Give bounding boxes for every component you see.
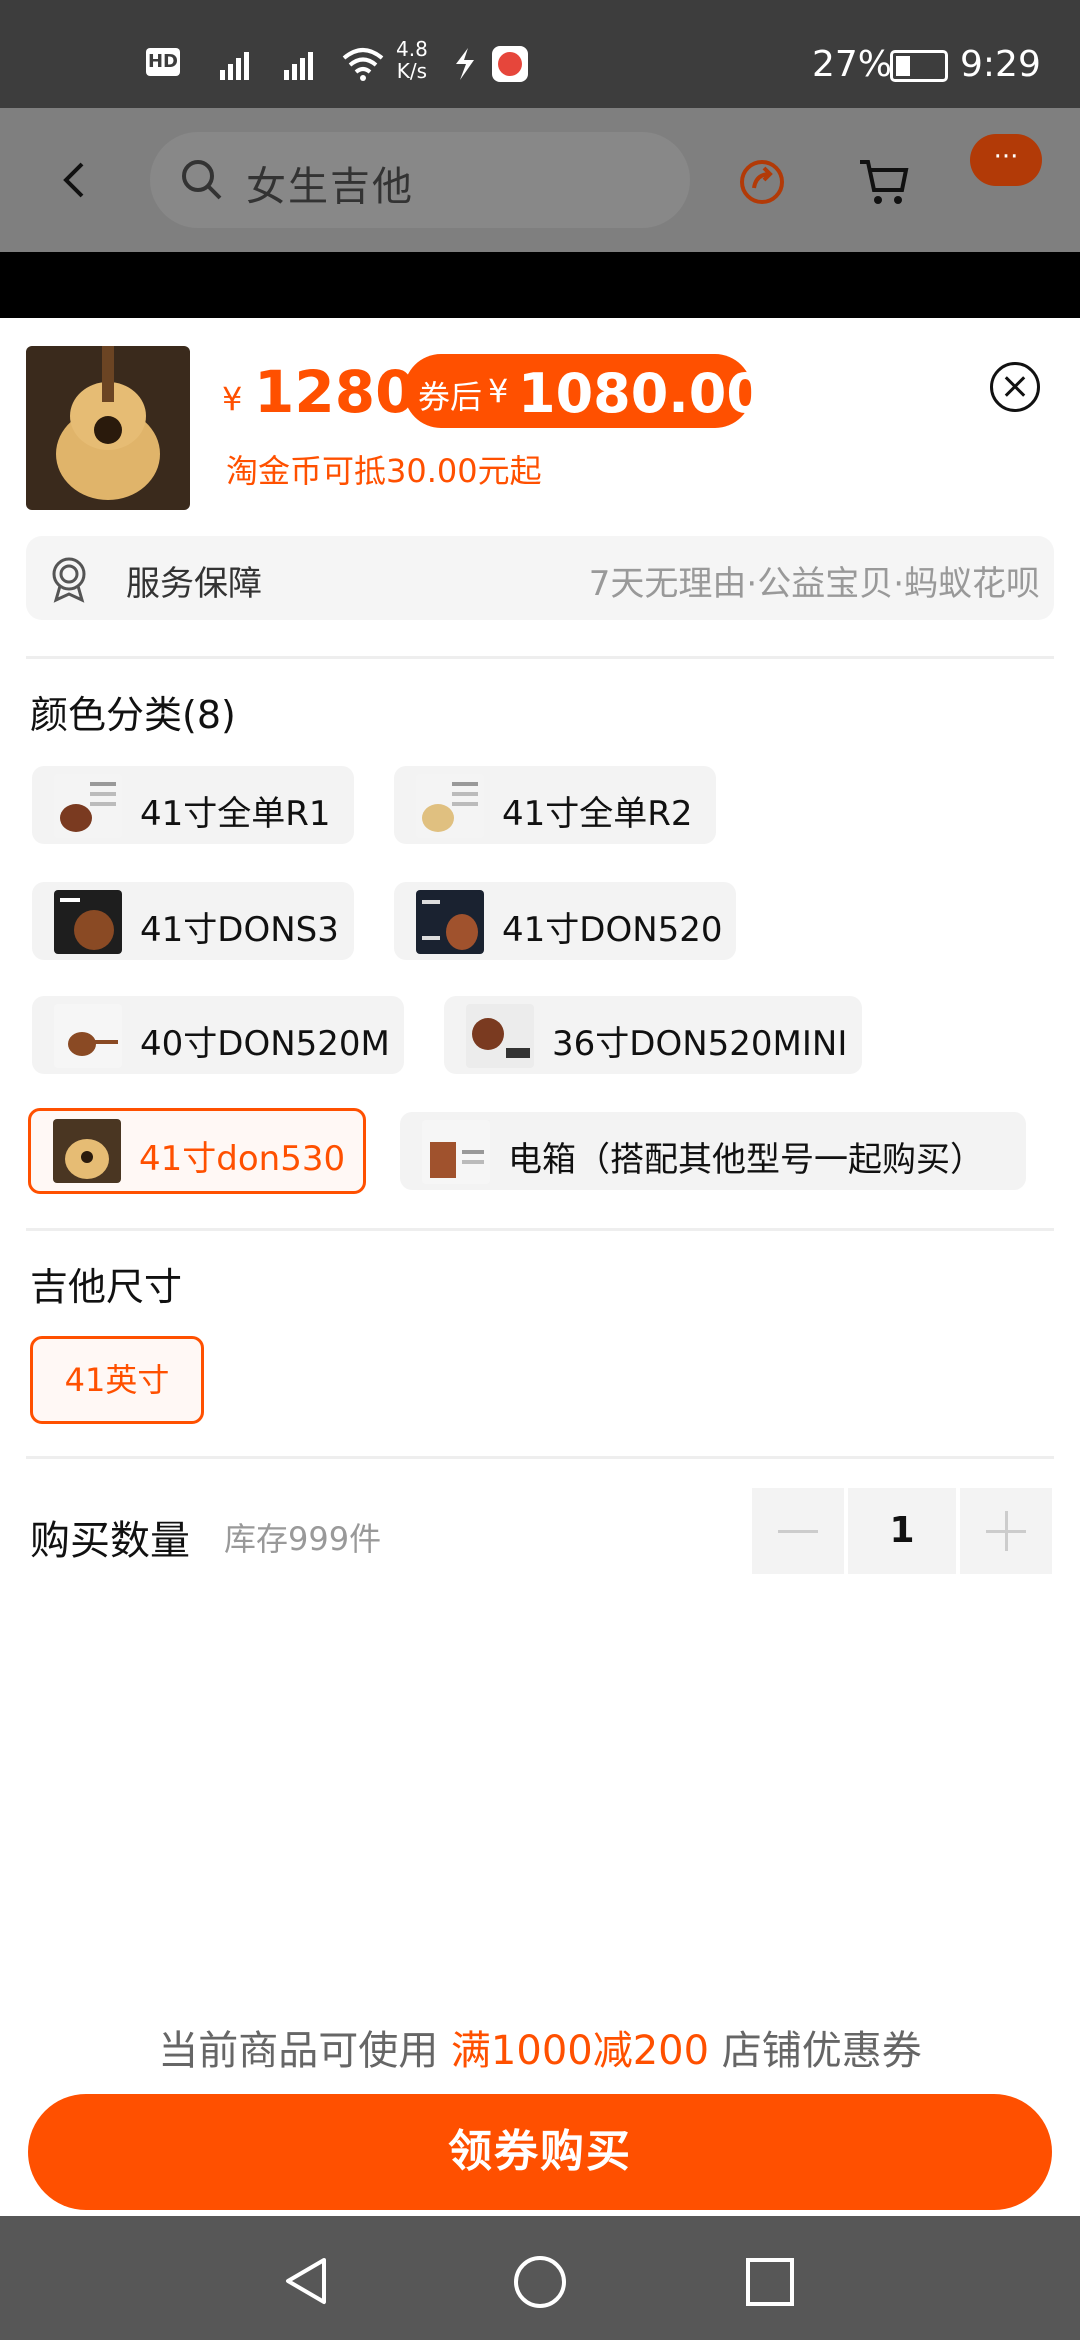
option-label: 41寸全单R2: [502, 794, 693, 834]
color-option-r1[interactable]: 41寸全单R1: [32, 766, 354, 844]
data-saver-icon: [456, 48, 474, 80]
hd-icon: HD: [146, 48, 180, 76]
app-notification-icon: [492, 46, 528, 82]
share-icon[interactable]: [734, 154, 790, 210]
nav-home-icon[interactable]: [512, 2254, 568, 2310]
net-speed: 4.8 K/s: [396, 37, 428, 83]
quantity-label: 购买数量: [30, 1518, 190, 1564]
color-option-pickup[interactable]: 电箱（搭配其他型号一起购买）: [400, 1112, 1026, 1190]
cart-icon[interactable]: [856, 154, 912, 210]
size-section-title: 吉他尺寸: [30, 1265, 183, 1309]
back-arrow-icon[interactable]: [58, 160, 92, 200]
product-thumbnail: [26, 346, 190, 510]
color-option-don530[interactable]: 41寸don530: [28, 1108, 366, 1194]
option-label: 41寸全单R1: [140, 794, 331, 834]
promo-suffix: 店铺优惠券: [721, 2028, 922, 2074]
coupon-price-badge: 券后 ¥ 1080.00: [404, 354, 764, 428]
service-label: 服务保障: [126, 564, 262, 604]
option-label: 41寸DONS3: [140, 910, 339, 950]
nav-back-icon[interactable]: [280, 2254, 334, 2308]
option-thumbnail: [54, 890, 122, 954]
option-thumbnail: [54, 1004, 122, 1068]
color-option-don520m[interactable]: 40寸DON520M: [32, 996, 404, 1074]
color-section-title: 颜色分类(8): [30, 693, 236, 737]
top-header: 女生吉他 ···: [0, 108, 1080, 252]
battery-icon: [890, 50, 948, 82]
quantity-value[interactable]: 1: [848, 1488, 956, 1574]
option-label: 电箱（搭配其他型号一起购买）: [508, 1140, 984, 1180]
more-button[interactable]: ···: [970, 134, 1042, 186]
nav-recents-icon[interactable]: [744, 2256, 796, 2308]
coupon-label: 券后: [418, 378, 483, 416]
search-icon: [182, 160, 222, 200]
divider: [26, 1228, 1054, 1231]
promo-highlight: 满1000减200: [450, 2028, 710, 2074]
system-nav-bar: [0, 2216, 1080, 2340]
coupon-symbol: ¥: [488, 372, 509, 410]
option-thumbnail: [416, 890, 484, 954]
option-thumbnail: [416, 774, 484, 838]
signal-icon: [220, 52, 313, 80]
option-thumbnail: [54, 774, 122, 838]
coupon-price: 1080.00: [518, 362, 764, 425]
status-bar: HD 4.8 K/s 27% 9:29: [0, 0, 1080, 108]
wifi-icon: [342, 48, 384, 81]
price: 1280: [254, 358, 416, 426]
clock: 9:29: [960, 44, 1041, 85]
coupon-promo-text: 当前商品可使用 满1000减200 店铺优惠券: [0, 2018, 1080, 2076]
service-guarantee[interactable]: 服务保障 7天无理由·公益宝贝·蚂蚁花呗: [26, 536, 1054, 620]
option-thumbnail: [466, 1004, 534, 1068]
option-label: 40寸DON520M: [140, 1024, 390, 1064]
size-option-41in[interactable]: 41英寸: [30, 1336, 204, 1424]
color-option-r2[interactable]: 41寸全单R2: [394, 766, 716, 844]
badge-icon: [52, 557, 86, 603]
option-label: 41寸DON520: [502, 910, 723, 950]
coin-deduction-text: 淘金币可抵30.00元起: [226, 452, 542, 490]
option-label: 41寸don530: [139, 1139, 346, 1179]
divider: [26, 656, 1054, 659]
color-option-don520mini[interactable]: 36寸DON520MINI: [444, 996, 862, 1074]
option-thumbnail: [53, 1119, 121, 1183]
divider: [26, 1456, 1054, 1459]
option-label: 36寸DON520MINI: [552, 1024, 848, 1064]
battery-percent: 27%: [812, 44, 893, 85]
close-button[interactable]: [990, 362, 1040, 412]
search-bar[interactable]: 女生吉他: [150, 132, 690, 228]
color-option-don520[interactable]: 41寸DON520: [394, 882, 736, 960]
backdrop-strip: [0, 252, 1080, 318]
stock-count: 库存999件: [224, 1520, 382, 1558]
claim-coupon-buy-button[interactable]: 领券购买: [28, 2094, 1052, 2210]
color-option-dons3[interactable]: 41寸DONS3: [32, 882, 354, 960]
quantity-increase-button[interactable]: [960, 1488, 1052, 1574]
price-symbol: ¥: [222, 380, 243, 418]
quantity-decrease-button[interactable]: [752, 1488, 844, 1574]
option-thumbnail: [422, 1120, 490, 1184]
promo-prefix: 当前商品可使用: [158, 2028, 439, 2074]
search-placeholder: 女生吉他: [246, 164, 414, 210]
service-detail: 7天无理由·公益宝贝·蚂蚁花呗: [588, 564, 1040, 604]
